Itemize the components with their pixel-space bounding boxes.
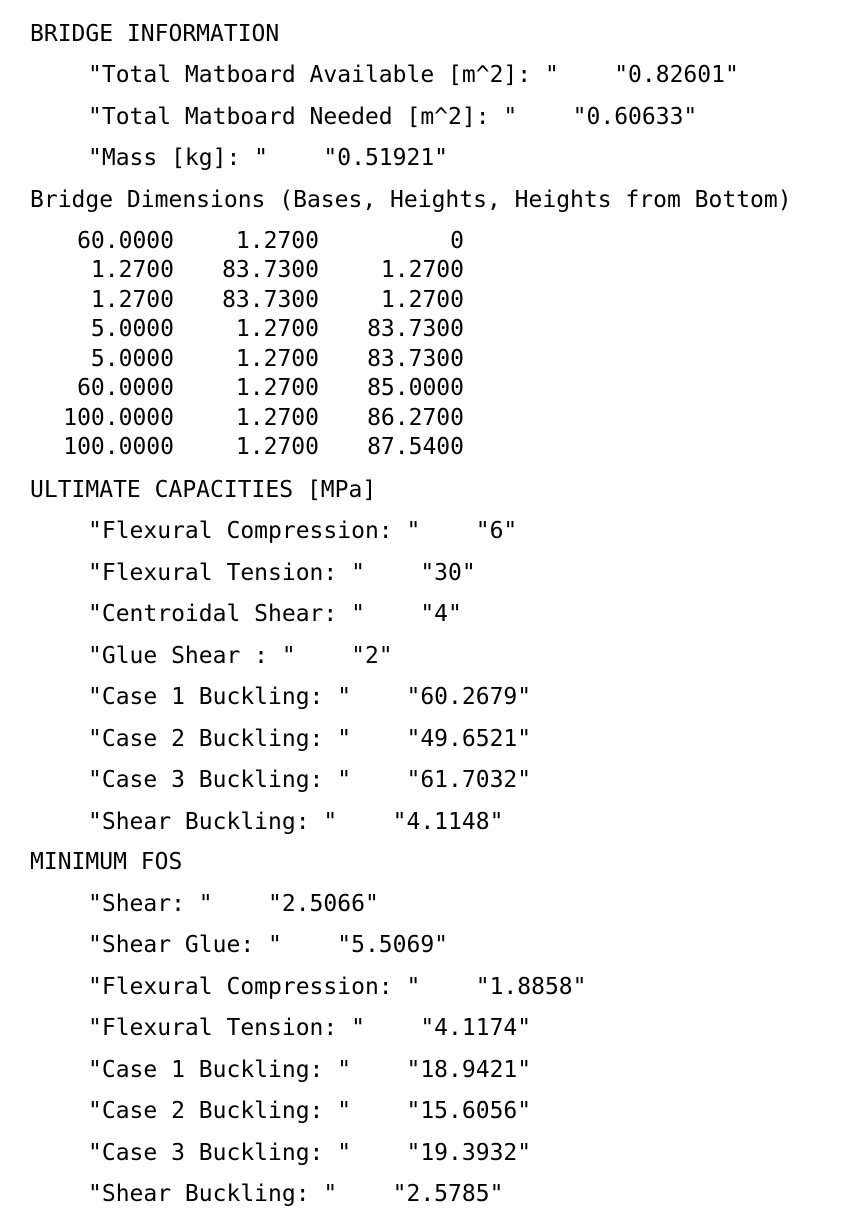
table-cell-base: 5.0000 — [90, 316, 174, 342]
output-line-flexural-compression-capacity: "Flexural Compression: " "6" — [88, 518, 518, 544]
table-cell-height-from-bottom: 1.2700 — [380, 287, 464, 313]
table-cell-height-from-bottom: 0 — [450, 228, 464, 254]
table-cell-base: 5.0000 — [90, 346, 174, 372]
table-cell-base: 100.0000 — [63, 405, 174, 431]
output-line-case-1-buckling-capacity: "Case 1 Buckling: " "60.2679" — [88, 684, 532, 710]
table-cell-base: 60.0000 — [77, 228, 174, 254]
output-line-case-3-buckling-fos: "Case 3 Buckling: " "19.3932" — [88, 1140, 532, 1166]
output-line-flexural-compression-fos: "Flexural Compression: " "1.8858" — [88, 974, 587, 1000]
output-line-centroidal-shear-capacity: "Centroidal Shear: " "4" — [88, 601, 462, 627]
table-cell-height: 1.2700 — [235, 434, 319, 460]
output-line-shear-buckling-fos: "Shear Buckling: " "2.5785" — [88, 1181, 504, 1207]
output-line-flexural-tension-fos: "Flexural Tension: " "4.1174" — [88, 1015, 532, 1041]
section-heading-bridge-dimensions: Bridge Dimensions (Bases, Heights, Heigh… — [30, 187, 792, 213]
table-cell-height: 1.2700 — [235, 405, 319, 431]
output-line-glue-shear-capacity: "Glue Shear : " "2" — [88, 643, 393, 669]
section-heading-minimum-fos: MINIMUM FOS — [30, 849, 183, 875]
output-line-case-2-buckling-fos: "Case 2 Buckling: " "15.6056" — [88, 1098, 532, 1124]
table-cell-height-from-bottom: 83.7300 — [367, 346, 464, 372]
table-cell-height-from-bottom: 83.7300 — [367, 316, 464, 342]
table-cell-height: 1.2700 — [235, 316, 319, 342]
table-cell-height: 1.2700 — [235, 228, 319, 254]
table-cell-height-from-bottom: 1.2700 — [380, 257, 464, 283]
table-cell-height-from-bottom: 87.5400 — [367, 434, 464, 460]
output-line-mass: "Mass [kg]: " "0.51921" — [88, 145, 449, 171]
table-cell-height-from-bottom: 86.2700 — [367, 405, 464, 431]
output-line-case-3-buckling-capacity: "Case 3 Buckling: " "61.7032" — [88, 767, 532, 793]
section-heading-bridge-information: BRIDGE INFORMATION — [30, 21, 280, 47]
table-cell-height: 83.7300 — [222, 257, 319, 283]
table-cell-height: 1.2700 — [235, 375, 319, 401]
table-cell-base: 1.2700 — [90, 257, 174, 283]
output-line-total-matboard-needed: "Total Matboard Needed [m^2]: " "0.60633… — [88, 104, 698, 130]
output-line-case-2-buckling-capacity: "Case 2 Buckling: " "49.6521" — [88, 726, 532, 752]
output-line-total-matboard-available: "Total Matboard Available [m^2]: " "0.82… — [88, 62, 739, 88]
output-line-shear-buckling-capacity: "Shear Buckling: " "4.1148" — [88, 809, 504, 835]
table-cell-height: 1.2700 — [235, 346, 319, 372]
output-line-flexural-tension-capacity: "Flexural Tension: " "30" — [88, 560, 476, 586]
table-cell-height-from-bottom: 85.0000 — [367, 375, 464, 401]
table-cell-base: 1.2700 — [90, 287, 174, 313]
table-cell-height: 83.7300 — [222, 287, 319, 313]
output-line-shear-glue-fos: "Shear Glue: " "5.5069" — [88, 932, 449, 958]
output-line-shear-fos: "Shear: " "2.5066" — [88, 891, 379, 917]
output-line-case-1-buckling-fos: "Case 1 Buckling: " "18.9421" — [88, 1057, 532, 1083]
table-cell-base: 100.0000 — [63, 434, 174, 460]
console-output: BRIDGE INFORMATION "Total Matboard Avail… — [0, 0, 842, 1218]
table-cell-base: 60.0000 — [77, 375, 174, 401]
section-heading-ultimate-capacities: ULTIMATE CAPACITIES [MPa] — [30, 477, 377, 503]
